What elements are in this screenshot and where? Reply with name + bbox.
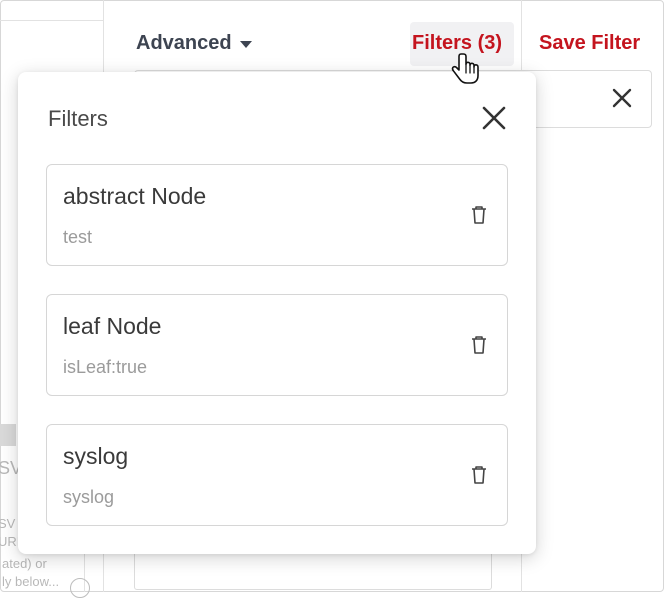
filter-card[interactable]: leaf Node isLeaf:true [46, 294, 508, 396]
advanced-label: Advanced [136, 32, 232, 54]
trash-icon[interactable] [467, 463, 491, 487]
hand-cursor-icon [450, 52, 484, 90]
save-filter-button[interactable]: Save Filter [539, 32, 640, 55]
caret-down-icon [239, 41, 252, 48]
trash-icon[interactable] [467, 203, 491, 227]
filter-query: syslog [63, 487, 115, 507]
left-panel-bar [0, 424, 16, 446]
filter-query: isLeaf:true [63, 357, 148, 377]
filter-card[interactable]: syslog syslog [46, 424, 508, 526]
left-partial-text: ated) or [2, 556, 47, 571]
trash-icon[interactable] [467, 333, 491, 357]
close-icon[interactable] [478, 102, 510, 134]
left-partial-text: ly below... [2, 574, 60, 589]
add-circle-icon[interactable] [70, 578, 90, 598]
left-partial-text: SV [0, 516, 16, 531]
left-top-divider [0, 20, 104, 21]
filter-card[interactable]: abstract Node test [46, 164, 508, 266]
clear-search-icon[interactable] [606, 84, 638, 112]
filter-name: syslog [63, 443, 129, 469]
popover-title: Filters [48, 106, 108, 131]
filter-name: leaf Node [63, 313, 162, 339]
filter-query: test [63, 227, 93, 247]
advanced-dropdown[interactable]: Advanced [136, 32, 252, 55]
filters-popover: Filters abstract Node test leaf Node isL… [18, 72, 536, 554]
filter-name: abstract Node [63, 183, 207, 209]
